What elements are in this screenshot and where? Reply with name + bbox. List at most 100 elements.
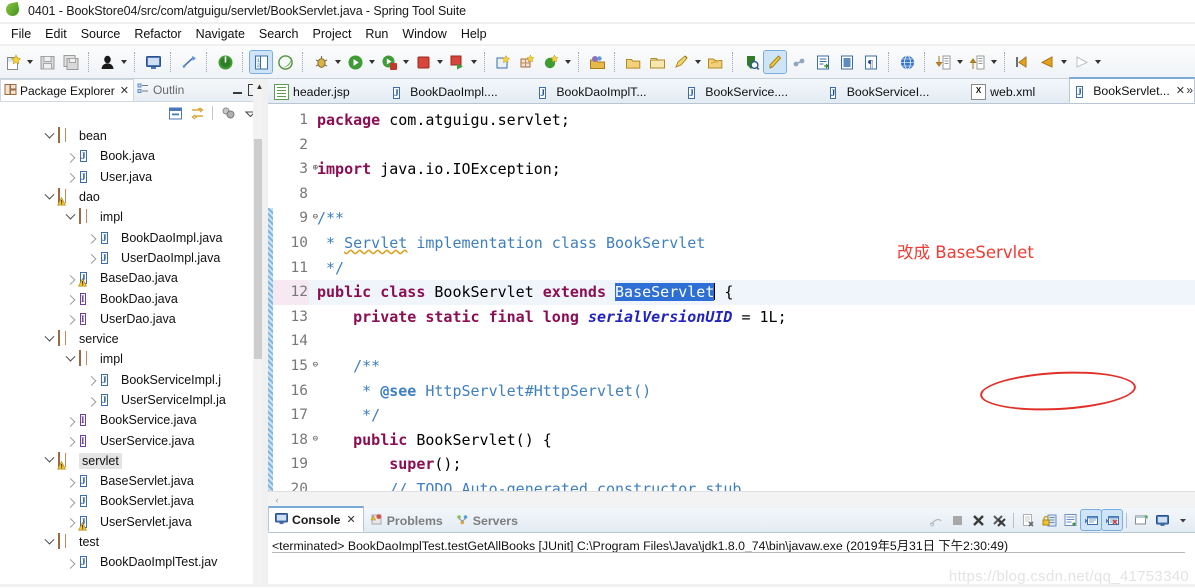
- tree-item-userservlet-java[interactable]: J UserServlet.java: [0, 512, 266, 532]
- close-icon[interactable]: ✕: [120, 84, 129, 97]
- tree-item-bookdaoimpl-java[interactable]: J BookDaoImpl.java: [0, 227, 266, 247]
- code-area[interactable]: 1 2 3 ⊕ 8 9 ⊖ 10 11 12 13 14 15 ⊖ 16 17 18 ⊖ 19 20 package …: [268, 104, 1195, 507]
- minimize-icon[interactable]: [232, 85, 243, 95]
- back-history-icon[interactable]: [1012, 51, 1034, 73]
- code-line-16[interactable]: * @see HttpServlet#HttpServlet(): [309, 379, 1195, 404]
- menu-navigate[interactable]: Navigate: [189, 26, 252, 42]
- code-line-18[interactable]: public BookServlet() {: [309, 428, 1195, 453]
- debug-icon[interactable]: [310, 51, 332, 73]
- tree-item-userdaoimpl-java[interactable]: J UserDaoImpl.java: [0, 248, 266, 268]
- boot-dashboard-icon[interactable]: [214, 51, 236, 73]
- menu-edit[interactable]: Edit: [38, 26, 74, 42]
- tree-item-test[interactable]: test: [0, 532, 266, 552]
- tab-servers[interactable]: Servers: [450, 509, 525, 532]
- tree-item-book-java[interactable]: J Book.java: [0, 146, 266, 166]
- forward-nav-dropdown-icon[interactable]: [1093, 51, 1102, 73]
- search-icon[interactable]: [740, 51, 762, 73]
- editor-tab-bookservicei-[interactable]: J BookServiceI...: [824, 80, 940, 103]
- open-console-menu-icon[interactable]: [1173, 510, 1193, 530]
- project-tree[interactable]: bean J Book.java J User.java dao impl J BookDaoI…: [0, 124, 266, 586]
- menu-search[interactable]: Search: [252, 26, 306, 42]
- code-line-13[interactable]: private static final long serialVersionU…: [309, 305, 1195, 330]
- show-console-on-error-icon[interactable]: [1101, 509, 1123, 531]
- debug-dropdown-icon[interactable]: [333, 51, 342, 73]
- chevron-right-icon[interactable]: [86, 252, 97, 263]
- open-browser-icon[interactable]: [896, 51, 918, 73]
- scroll-left-icon[interactable]: ‹: [268, 495, 286, 505]
- chevron-right-icon[interactable]: [65, 151, 76, 162]
- user-profile-icon[interactable]: [96, 51, 118, 73]
- new-wizard-icon[interactable]: [2, 51, 24, 73]
- show-whitespace-icon[interactable]: [836, 51, 858, 73]
- tree-item-bookservice-java[interactable]: I BookService.java: [0, 410, 266, 430]
- chevron-right-icon[interactable]: [65, 415, 76, 426]
- new-class-dropdown-icon[interactable]: [563, 51, 572, 73]
- tree-item-service[interactable]: service: [0, 329, 266, 349]
- remove-all-terminated-icon[interactable]: [989, 510, 1009, 530]
- chevron-right-icon[interactable]: [65, 313, 76, 324]
- tree-item-bookservlet-java[interactable]: J BookServlet.java: [0, 491, 266, 511]
- scroll-lock-icon[interactable]: [1039, 510, 1059, 530]
- chevron-down-icon[interactable]: [44, 455, 55, 466]
- tree-item-bean[interactable]: bean: [0, 126, 266, 146]
- quick-fix-icon[interactable]: [670, 51, 692, 73]
- code-line-19[interactable]: super();: [309, 452, 1195, 477]
- tab-console[interactable]: Console ✕: [268, 506, 364, 532]
- chevron-right-icon[interactable]: [86, 374, 97, 385]
- editor-horizontal-scrollbar[interactable]: ‹: [268, 491, 1195, 507]
- menu-source[interactable]: Source: [74, 26, 128, 42]
- code-line-1[interactable]: package com.atguigu.servlet;: [309, 108, 1195, 133]
- pin-console-view-icon[interactable]: [1131, 510, 1151, 530]
- editor-tab-bookservlet-[interactable]: J BookServlet... ✕: [1069, 77, 1195, 103]
- tree-item-dao[interactable]: dao: [0, 187, 266, 207]
- terminate-icon[interactable]: [412, 51, 434, 73]
- run-dropdown-icon[interactable]: [367, 51, 376, 73]
- chevron-right-icon[interactable]: [65, 557, 76, 568]
- new-wizard-dropdown-icon[interactable]: [25, 51, 34, 73]
- terminate-icon[interactable]: [947, 510, 967, 530]
- open-folder-icon[interactable]: [646, 51, 668, 73]
- tree-item-userserviceimpl-ja[interactable]: J UserServiceImpl.ja: [0, 390, 266, 410]
- editor-tab-bookservice-[interactable]: J BookService....: [682, 80, 798, 103]
- terminate-dropdown-icon[interactable]: [435, 51, 444, 73]
- save-all-icon[interactable]: [60, 51, 82, 73]
- word-wrap-icon[interactable]: [1060, 510, 1080, 530]
- pilcrow-icon[interactable]: ¶: [860, 51, 882, 73]
- code-line-10[interactable]: * Servlet implementation class BookServl…: [309, 231, 1195, 256]
- panel-splitter[interactable]: [262, 79, 266, 587]
- chevron-right-icon[interactable]: [86, 232, 97, 243]
- menu-refactor[interactable]: Refactor: [127, 26, 188, 42]
- chevron-right-icon[interactable]: [65, 171, 76, 182]
- open-resource-icon[interactable]: [622, 51, 644, 73]
- back-nav-dropdown-icon[interactable]: [1059, 51, 1068, 73]
- show-console-on-output-icon[interactable]: [1080, 509, 1102, 531]
- editor-tab-web-xml[interactable]: Xweb.xml: [965, 80, 1045, 103]
- tab-problems[interactable]: Problems: [364, 509, 450, 532]
- spring-leaf-icon[interactable]: [274, 51, 296, 73]
- chevron-right-icon[interactable]: [65, 496, 76, 507]
- run-server-dropdown-icon[interactable]: [469, 51, 478, 73]
- code-line-3[interactable]: import java.io.IOException;: [309, 157, 1195, 182]
- new-class-icon[interactable]: [540, 51, 562, 73]
- code-line-14[interactable]: [309, 329, 1195, 354]
- tree-item-basedao-java[interactable]: J BaseDao.java: [0, 268, 266, 288]
- tab-overflow-icon[interactable]: »: [1186, 83, 1193, 97]
- tree-item-servlet[interactable]: servlet: [0, 451, 266, 471]
- chevron-right-icon[interactable]: [86, 395, 97, 406]
- menu-run[interactable]: Run: [358, 26, 395, 42]
- open-console-icon[interactable]: [142, 51, 164, 73]
- new-package-icon[interactable]: [516, 51, 538, 73]
- next-edit-dropdown-icon[interactable]: [955, 51, 964, 73]
- chevron-right-icon[interactable]: [65, 293, 76, 304]
- chevron-down-icon[interactable]: [44, 334, 55, 345]
- chevron-right-icon[interactable]: [65, 516, 76, 527]
- code-line-12[interactable]: public class BookServlet extends BaseSer…: [309, 280, 1195, 305]
- menu-window[interactable]: Window: [395, 26, 453, 42]
- chevron-down-icon[interactable]: [65, 354, 76, 365]
- spring-explorer-icon[interactable]: 12: [249, 50, 273, 74]
- link-icon[interactable]: [788, 51, 810, 73]
- code-line-8[interactable]: [309, 182, 1195, 207]
- remove-launch-icon[interactable]: [968, 510, 988, 530]
- chevron-down-icon[interactable]: [65, 212, 76, 223]
- tree-item-bookdao-java[interactable]: I BookDao.java: [0, 288, 266, 308]
